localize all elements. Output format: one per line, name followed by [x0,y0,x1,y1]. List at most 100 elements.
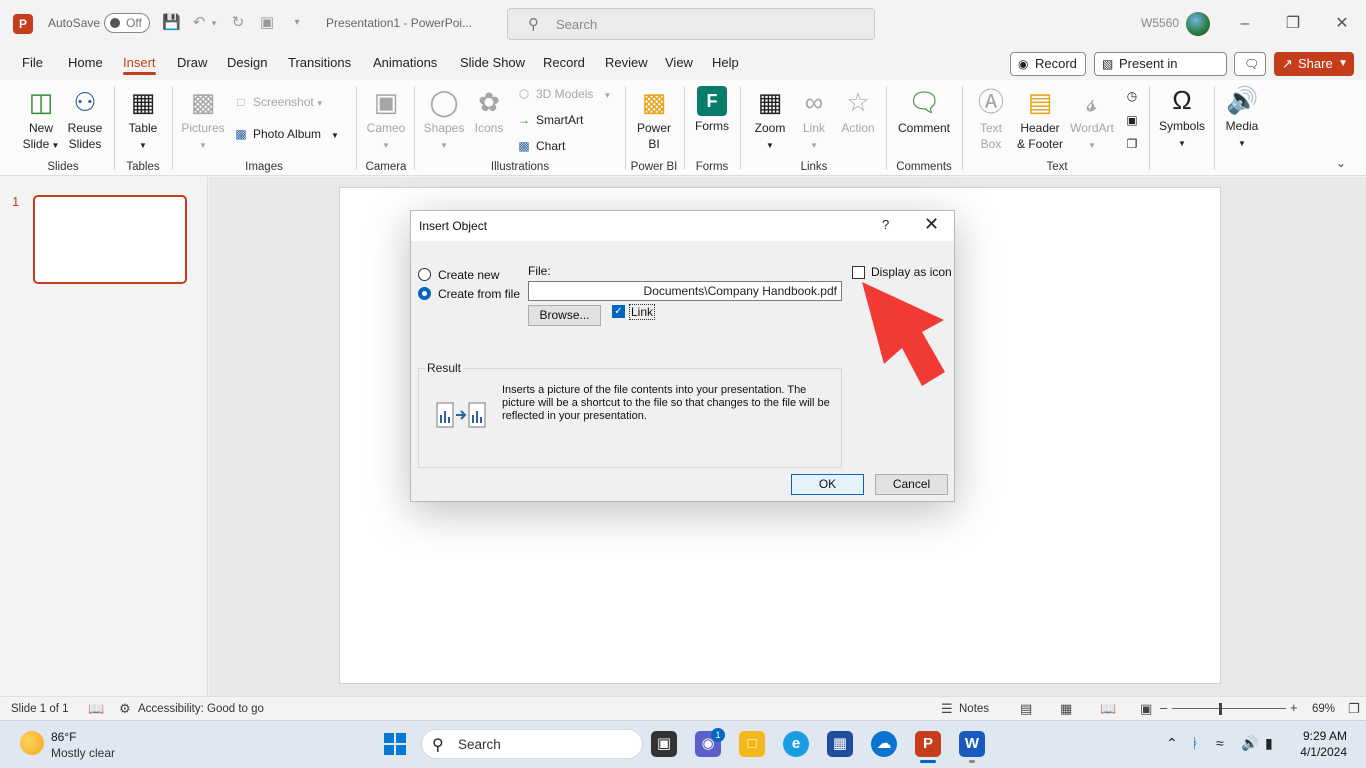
create-from-file-radio[interactable] [418,287,431,300]
display-as-icon-checkbox[interactable] [852,266,865,279]
file-path-input[interactable]: Documents\Company Handbook.pdf [528,281,842,301]
3d-models-button[interactable]: ⬡ 3D Models ▼ [516,86,612,104]
tab-home[interactable]: Home [68,55,103,70]
symbols-button[interactable]: Ω Symbols ▼ [1156,84,1208,152]
chevron-up-icon[interactable]: ⌃ [1166,735,1178,752]
help-button[interactable]: ? [882,217,889,232]
link-button[interactable]: ∞ Link ▼ [793,86,835,154]
slide-show-icon[interactable]: ▣ [1140,701,1152,717]
weather-temperature[interactable]: 86°F [51,730,76,744]
tab-review[interactable]: Review [605,55,648,70]
customize-toolbar-icon[interactable]: ▾ [288,14,306,32]
text-box-button[interactable]: Ⓐ Text Box [970,86,1012,152]
date-time-button[interactable]: ◷ [1124,88,1144,104]
comment-button[interactable]: 🗨 Comment [894,86,954,136]
present-in-teams-button[interactable]: ▧Present in Teams [1094,52,1227,93]
notes-icon[interactable]: ☰ [941,701,953,717]
tab-file[interactable]: File [22,55,43,70]
action-button[interactable]: ☆ Action [836,86,880,136]
close-icon[interactable]: ✕ [924,214,939,235]
slide-sorter-icon[interactable]: ▦ [1060,701,1072,717]
comments-button[interactable]: 🗨 [1234,52,1266,76]
tab-record[interactable]: Record [543,55,585,70]
cameo-button[interactable]: ▣ Cameo ▼ [364,86,408,154]
display-as-icon-label[interactable]: Display as icon [871,265,952,279]
pictures-button[interactable]: ▩ Pictures ▼ [180,86,226,154]
wordart-button[interactable]: 𝓼 WordArt ▼ [1068,86,1116,154]
table-button[interactable]: ▦ Table ▼ [122,86,164,154]
create-new-radio[interactable] [418,268,431,281]
avatar[interactable] [1186,12,1210,36]
create-new-label[interactable]: Create new [438,268,499,282]
present-from-beginning-icon[interactable]: ▣ [258,14,276,32]
new-slide-button[interactable]: ◫ New Slide ▼ [18,86,64,154]
tab-help[interactable]: Help [712,55,739,70]
fit-to-window-icon[interactable]: ❐ [1348,701,1360,717]
microsoft-store-icon[interactable]: ▦ [827,731,853,757]
ok-button[interactable]: OK [791,474,864,495]
create-from-file-label[interactable]: Create from file [438,287,520,301]
tab-view[interactable]: View [665,55,693,70]
undo-icon[interactable]: ↶ [190,14,208,32]
zoom-out-icon[interactable]: – [1160,700,1167,715]
zoom-in-icon[interactable]: + [1290,700,1298,715]
clock-time[interactable]: 9:29 AM [1301,729,1347,743]
task-view-icon[interactable]: ▣ [651,731,677,757]
icons-button[interactable]: ✿ Icons [468,86,510,136]
object-button[interactable]: ❐ [1124,136,1144,152]
reuse-slides-button[interactable]: ⚇ Reuse Slides [64,86,106,152]
record-button[interactable]: ◉ Record [1010,52,1086,76]
forms-button[interactable]: F Forms [690,86,734,134]
accessibility-icon[interactable]: ⚙ [119,701,131,717]
media-button[interactable]: 🔊 Media ▼ [1220,84,1264,152]
normal-view-icon[interactable]: ▤ [1020,701,1032,717]
battery-icon[interactable]: ▮ [1265,735,1273,752]
tab-insert[interactable]: Insert [123,55,156,75]
edge-browser-icon[interactable]: e [783,731,809,757]
collapse-ribbon-icon[interactable]: ⌄ [1336,156,1346,170]
file-explorer-icon[interactable]: □ [739,731,765,757]
bluetooth-icon[interactable]: ᛓ [1191,735,1199,751]
zoom-slider-thumb[interactable] [1219,703,1222,715]
autosave-toggle[interactable]: Off [104,13,150,33]
maximize-icon[interactable]: ❐ [1281,12,1305,36]
link-label[interactable]: Link [629,304,656,320]
close-window-icon[interactable]: ✕ [1330,12,1354,36]
powerpoint-taskbar-icon[interactable]: P [915,731,941,757]
tab-design[interactable]: Design [227,55,267,70]
volume-icon[interactable]: 🔊 [1241,735,1258,752]
undo-dropdown-icon[interactable]: ▾ [208,14,220,32]
accessibility-status[interactable]: Accessibility: Good to go [138,703,264,715]
header-footer-button[interactable]: ▤ Header & Footer [1014,86,1066,152]
smartart-button[interactable]: → SmartArt [516,112,583,128]
tab-transitions[interactable]: Transitions [288,55,351,70]
link-checkbox[interactable]: ✓ [612,305,625,318]
browse-button[interactable]: Browse... [528,305,601,326]
notes-button[interactable]: Notes [959,703,989,715]
shapes-button[interactable]: ◯ Shapes ▼ [422,86,466,154]
search-box[interactable]: ⚲ Search [507,8,875,40]
save-icon[interactable]: 💾 [162,14,181,32]
onedrive-icon[interactable]: ☁ [871,731,897,757]
chart-button[interactable]: ▩ Chart [516,138,565,154]
power-bi-button[interactable]: ▩ Power BI [632,86,676,152]
zoom-level[interactable]: 69% [1312,703,1335,715]
taskbar-search[interactable]: ⚲ Search [421,729,643,759]
user-name[interactable]: W5560 [1141,16,1179,30]
weather-icon[interactable] [20,731,44,755]
spell-check-icon[interactable]: 📖 [88,701,104,717]
reading-view-icon[interactable]: 📖 [1100,701,1116,717]
minimize-icon[interactable]: – [1233,12,1257,36]
tab-slide-show[interactable]: Slide Show [460,55,525,70]
redo-icon[interactable]: ↻ [229,14,247,32]
tab-draw[interactable]: Draw [177,55,207,70]
weather-condition[interactable]: Mostly clear [51,746,115,760]
tab-animations[interactable]: Animations [373,55,437,70]
clock-date[interactable]: 4/1/2024 [1290,745,1347,759]
windows-start-icon[interactable] [383,732,407,756]
slide-number-button[interactable]: ▣ [1124,112,1144,128]
share-button[interactable]: ↗ Share ▼ [1274,52,1354,76]
slide-thumbnail[interactable] [33,195,187,284]
zoom-button[interactable]: ▦ Zoom ▼ [748,86,792,154]
zoom-slider-track[interactable] [1172,708,1286,709]
